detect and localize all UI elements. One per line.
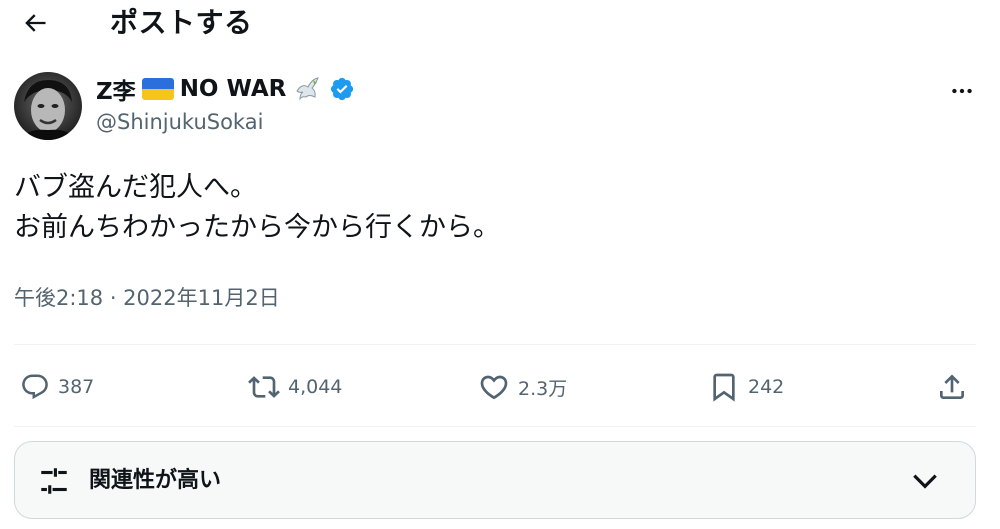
sliders-icon bbox=[35, 462, 73, 500]
share-button[interactable] bbox=[936, 362, 968, 412]
heart-icon bbox=[480, 375, 508, 400]
bookmark-icon bbox=[713, 373, 735, 402]
reply-sort-dropdown[interactable]: 関連性が高い bbox=[14, 441, 976, 519]
author-name-row[interactable]: Z李 NO WAR bbox=[96, 72, 356, 106]
like-button[interactable]: 2.3万 bbox=[478, 362, 567, 412]
avatar[interactable] bbox=[14, 72, 82, 140]
header-bar: ポストする bbox=[0, 0, 1000, 52]
avatar-image bbox=[14, 72, 82, 140]
verified-badge-icon[interactable] bbox=[328, 75, 356, 103]
ukraine-flag-icon bbox=[141, 78, 174, 100]
tweet-line: お前んちわかったから今から行くから。 bbox=[14, 212, 500, 243]
back-button[interactable] bbox=[18, 6, 52, 40]
like-count: 2.3万 bbox=[518, 377, 568, 400]
chevron-down-icon bbox=[905, 464, 945, 498]
divider bbox=[14, 426, 976, 427]
tweet-text: バブ盗んだ犯人へ。 お前んちわかったから今から行くから。 bbox=[14, 168, 500, 248]
reply-button[interactable]: 387 bbox=[20, 362, 94, 412]
reply-count: 387 bbox=[58, 376, 95, 398]
more-horizontal-icon bbox=[952, 88, 972, 94]
bookmark-count: 242 bbox=[748, 376, 785, 398]
arrow-left-icon bbox=[25, 14, 46, 32]
retweet-button[interactable]: 4,044 bbox=[248, 362, 342, 412]
reply-icon bbox=[22, 374, 48, 400]
tweet-timestamp[interactable]: 午後2:18 · 2022年11月2日 bbox=[14, 282, 280, 312]
tweet-line: バブ盗んだ犯人へ。 bbox=[14, 172, 257, 203]
retweet-count: 4,044 bbox=[288, 376, 343, 398]
action-bar: 387 4,044 2.3万 242 bbox=[0, 362, 1000, 412]
divider bbox=[14, 344, 976, 345]
display-name: Z李 bbox=[96, 79, 136, 105]
author-handle[interactable]: @ShinjukuSokai bbox=[96, 110, 263, 134]
display-name-suffix: NO WAR bbox=[179, 76, 287, 102]
sort-label: 関連性が高い bbox=[89, 468, 222, 493]
page-title: ポストする bbox=[110, 6, 253, 39]
dove-icon bbox=[292, 74, 322, 104]
retweet-icon bbox=[248, 376, 280, 398]
share-icon bbox=[940, 374, 964, 399]
bookmark-button[interactable]: 242 bbox=[708, 362, 784, 412]
more-options-button[interactable] bbox=[940, 76, 984, 106]
